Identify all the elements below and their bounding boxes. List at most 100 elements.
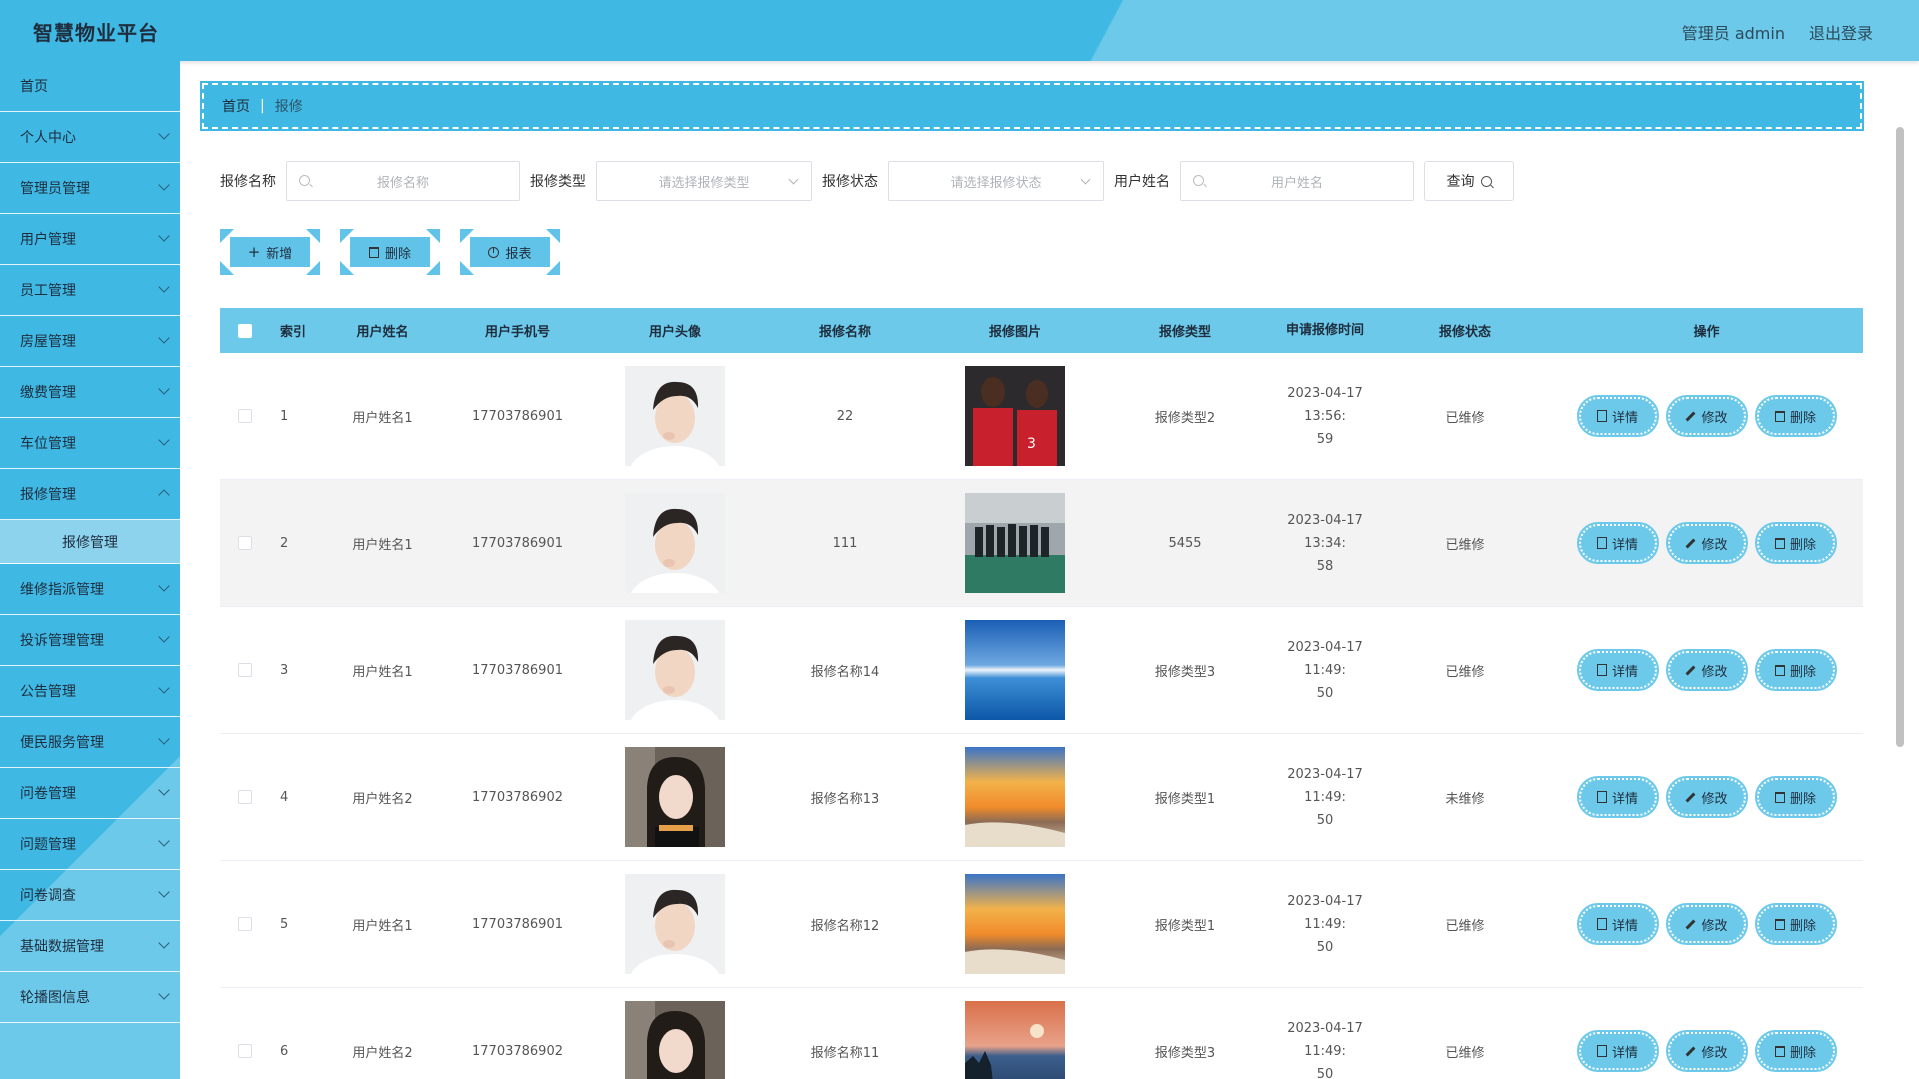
user-name-input[interactable]: 用户姓名 (1180, 161, 1414, 201)
repair-image[interactable]: 3 (965, 366, 1065, 466)
app-title: 智慧物业平台 (33, 21, 159, 45)
repair-image[interactable] (965, 620, 1065, 720)
row-delete-button[interactable]: 删除 (1754, 522, 1837, 564)
user-label: 管理员 admin (1681, 24, 1785, 43)
main-content: 首页 | 报修 报修名称 报修名称 报修类型 请选择报修类型 报修状态 请选择报… (180, 61, 1907, 1079)
repair-name-input[interactable]: 报修名称 (286, 161, 520, 201)
select-all-checkbox[interactable] (238, 323, 252, 338)
apply-time-line1: 2023-04-17 11:49: (1287, 766, 1363, 805)
sidebar-item-survey-responses[interactable]: 问卷调查 (0, 870, 180, 921)
user-avatar-image[interactable] (625, 493, 725, 593)
sidebar-item-home[interactable]: 首页 (0, 61, 180, 112)
detail-button[interactable]: 详情 (1576, 522, 1659, 564)
sidebar-item-payments[interactable]: 缴费管理 (0, 367, 180, 418)
sidebar-item-carousel[interactable]: 轮播图信息 (0, 972, 180, 1023)
sidebar-item-houses[interactable]: 房屋管理 (0, 316, 180, 367)
user-avatar-image[interactable] (625, 747, 725, 847)
detail-button[interactable]: 详情 (1576, 903, 1659, 945)
repair-type-label: 报修类型 (530, 174, 586, 190)
logout-link[interactable]: 退出登录 (1809, 20, 1873, 44)
sidebar-item-label: 问题管理 (20, 837, 76, 853)
column-header: 申请报修时间 (1285, 323, 1364, 338)
row-checkbox[interactable] (238, 790, 252, 804)
repair-image[interactable] (965, 747, 1065, 847)
sidebar-item-profile[interactable]: 个人中心 (0, 112, 180, 163)
cell-repair-name: 报修名称12 (810, 918, 880, 934)
edit-button[interactable]: 修改 (1665, 522, 1748, 564)
sidebar-item-services[interactable]: 便民服务管理 (0, 717, 180, 768)
row-delete-button[interactable]: 删除 (1754, 649, 1837, 691)
edit-button[interactable]: 修改 (1665, 649, 1748, 691)
edit-icon (1686, 538, 1696, 548)
apply-time-line2: 50 (1316, 939, 1334, 955)
repair-type-select[interactable]: 请选择报修类型 (596, 161, 812, 201)
row-checkbox[interactable] (238, 536, 252, 550)
row-checkbox[interactable] (238, 663, 252, 677)
cell-repair-name: 报修名称11 (810, 1045, 880, 1061)
detail-button[interactable]: 详情 (1576, 776, 1659, 818)
sidebar-item-complaints[interactable]: 投诉管理管理 (0, 615, 180, 666)
plus-icon: + (247, 242, 261, 261)
chevron-down-icon (158, 230, 170, 242)
edit-icon (1686, 665, 1696, 675)
row-delete-button[interactable]: 删除 (1754, 1030, 1837, 1072)
query-button-label: 查询 (1446, 174, 1475, 190)
query-button[interactable]: 查询 (1424, 161, 1514, 201)
sidebar-item-dispatch[interactable]: 维修指派管理 (0, 564, 180, 615)
row-delete-button[interactable]: 删除 (1754, 395, 1837, 437)
delete-button[interactable]: 删除 (340, 229, 440, 275)
edit-button[interactable]: 修改 (1665, 1030, 1748, 1072)
sidebar-item-label: 投诉管理管理 (20, 633, 104, 649)
sidebar-item-surveys[interactable]: 问卷管理 (0, 768, 180, 819)
add-button[interactable]: + 新增 (220, 229, 320, 275)
sidebar-item-base-data[interactable]: 基础数据管理 (0, 921, 180, 972)
cell-index: 5 (280, 916, 289, 932)
detail-button[interactable]: 详情 (1576, 1030, 1659, 1072)
sidebar-item-users[interactable]: 用户管理 (0, 214, 180, 265)
repair-image[interactable] (965, 1001, 1065, 1079)
row-checkbox[interactable] (238, 1044, 252, 1058)
cell-apply-time: 2023-04-17 11:49: 50 (1270, 763, 1380, 832)
sidebar-item-parking[interactable]: 车位管理 (0, 418, 180, 469)
breadcrumb-home[interactable]: 首页 (222, 96, 250, 116)
document-icon (1596, 664, 1607, 676)
vertical-scrollbar[interactable] (1896, 127, 1904, 747)
repair-status-select[interactable]: 请选择报修状态 (888, 161, 1104, 201)
user-avatar-image[interactable] (625, 1001, 725, 1079)
user-avatar-image[interactable] (625, 620, 725, 720)
edit-button[interactable]: 修改 (1665, 903, 1748, 945)
detail-button[interactable]: 详情 (1576, 649, 1659, 691)
top-bar: 智慧物业平台 管理员 admin 退出登录 (0, 0, 1919, 61)
edit-icon (1686, 1046, 1696, 1056)
row-checkbox[interactable] (238, 917, 252, 931)
detail-button[interactable]: 详情 (1576, 395, 1659, 437)
sidebar-item-staff[interactable]: 员工管理 (0, 265, 180, 316)
column-header: 报修类型 (1158, 325, 1211, 340)
svg-text:3: 3 (1027, 436, 1036, 452)
sidebar-item-notices[interactable]: 公告管理 (0, 666, 180, 717)
report-button[interactable]: 报表 (460, 229, 560, 275)
edit-button[interactable]: 修改 (1665, 776, 1748, 818)
trash-icon (1774, 918, 1785, 930)
cell-repair-name: 22 (836, 408, 854, 424)
row-delete-button[interactable]: 删除 (1754, 903, 1837, 945)
chevron-down-icon (158, 886, 170, 898)
apply-time-line1: 2023-04-17 11:49: (1287, 1020, 1363, 1059)
cell-apply-time: 2023-04-17 11:49: 50 (1270, 1017, 1380, 1079)
sidebar-subitem-repairs[interactable]: 报修管理 (0, 520, 180, 564)
document-icon (1596, 410, 1607, 422)
apply-time-line1: 2023-04-17 11:49: (1287, 893, 1363, 932)
user-avatar-image[interactable] (625, 874, 725, 974)
sidebar-item-repairs[interactable]: 报修管理 (0, 469, 180, 520)
repair-image[interactable] (965, 493, 1065, 593)
user-avatar-image[interactable] (625, 366, 725, 466)
row-delete-button[interactable]: 删除 (1754, 776, 1837, 818)
table-body: 1 用户姓名1 17703786901 22 3 报修类型2 2023-04-17 13:5… (220, 353, 1863, 1079)
row-checkbox[interactable] (238, 409, 252, 423)
search-form: 报修名称 报修名称 报修类型 请选择报修类型 报修状态 请选择报修状态 用户姓名… (220, 161, 1514, 201)
row-actions: 详情 修改 删除 (1550, 522, 1863, 564)
repair-image[interactable] (965, 874, 1065, 974)
sidebar-item-admin[interactable]: 管理员管理 (0, 163, 180, 214)
sidebar-item-questions[interactable]: 问题管理 (0, 819, 180, 870)
edit-button[interactable]: 修改 (1665, 395, 1748, 437)
